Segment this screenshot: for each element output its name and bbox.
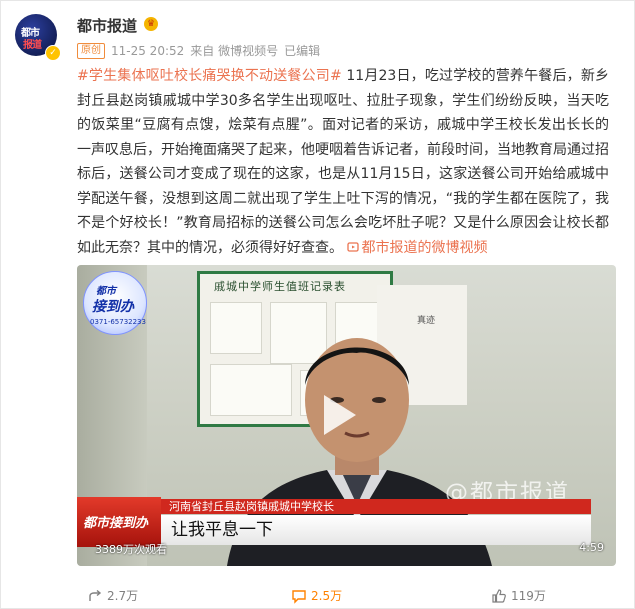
share-button[interactable]: 2.7万 xyxy=(87,587,138,604)
original-tag: 原创 xyxy=(77,42,105,59)
thumbs-up-icon xyxy=(492,588,506,603)
play-icon[interactable] xyxy=(324,395,356,435)
verified-icon: ✓ xyxy=(45,45,61,61)
logo-line1: 都市 xyxy=(96,286,116,297)
caption-logo: 都市接到办 xyxy=(77,497,161,547)
video-view-count: 3389万次观看 xyxy=(95,543,167,556)
channel-logo-badge: 都市 接到办 0371-65732233 xyxy=(83,271,147,335)
topic-link[interactable]: #学生集体呕吐校长痛哭换不动送餐公司# xyxy=(77,68,342,84)
video-player[interactable]: 戚城中学师生值班记录表 真迹 都市 接到办 0371-65732233 @都市报… xyxy=(77,265,616,566)
logo-phone: 0371-65732233 xyxy=(90,318,146,326)
post-meta: 原创 11-25 20:52 来自 微博视频号 已编辑 xyxy=(77,42,320,59)
post-body: #学生集体呕吐校长痛哭换不动送餐公司# 11月23日，吃过学校的营养午餐后，新乡… xyxy=(77,64,609,260)
share-icon xyxy=(89,589,102,601)
caption-logo-text: 都市接到办 xyxy=(83,516,149,531)
caption-subtitle: 让我平息一下 xyxy=(161,515,591,545)
post-actions-bar: 2.7万 2.5万 119万 xyxy=(1,581,634,609)
video-duration: 4:59 xyxy=(579,541,604,554)
video-source-link-label: 都市报道的微博视频 xyxy=(361,239,488,256)
logo-line2: 接到办 xyxy=(92,299,134,315)
avatar-text-line2: 报道 xyxy=(23,40,42,51)
board-title: 戚城中学师生值班记录表 xyxy=(214,280,346,293)
caption-lower-third: 都市接到办 河南省封丘县赵岗镇戚城中学校长 让我平息一下 xyxy=(77,497,616,547)
member-crown-icon[interactable]: ♛ xyxy=(144,17,158,31)
post-content: 11月23日，吃过学校的营养午餐后，新乡封丘县赵岗镇戚城中学30多名学生出现呕吐… xyxy=(77,68,609,256)
comment-icon xyxy=(292,589,306,604)
weibo-post-card: 都市 报道 ✓ 都市报道 ♛ 原创 11-25 20:52 来自 微博视频号 已… xyxy=(0,0,635,609)
author-name[interactable]: 都市报道 xyxy=(77,15,137,36)
comment-count: 2.5万 xyxy=(311,589,343,603)
post-source[interactable]: 来自 微博视频号 xyxy=(190,42,278,59)
edited-label[interactable]: 已编辑 xyxy=(284,42,320,59)
post-timestamp[interactable]: 11-25 20:52 xyxy=(111,44,184,58)
video-link-icon xyxy=(347,241,360,252)
like-button[interactable]: 119万 xyxy=(491,587,546,604)
caption-speaker-name: 河南省封丘县赵岗镇戚城中学校长 xyxy=(161,499,591,514)
share-count: 2.7万 xyxy=(107,589,139,603)
comment-button[interactable]: 2.5万 xyxy=(291,587,342,604)
like-count: 119万 xyxy=(511,589,546,603)
video-source-link[interactable]: 都市报道的微博视频 xyxy=(347,240,487,256)
